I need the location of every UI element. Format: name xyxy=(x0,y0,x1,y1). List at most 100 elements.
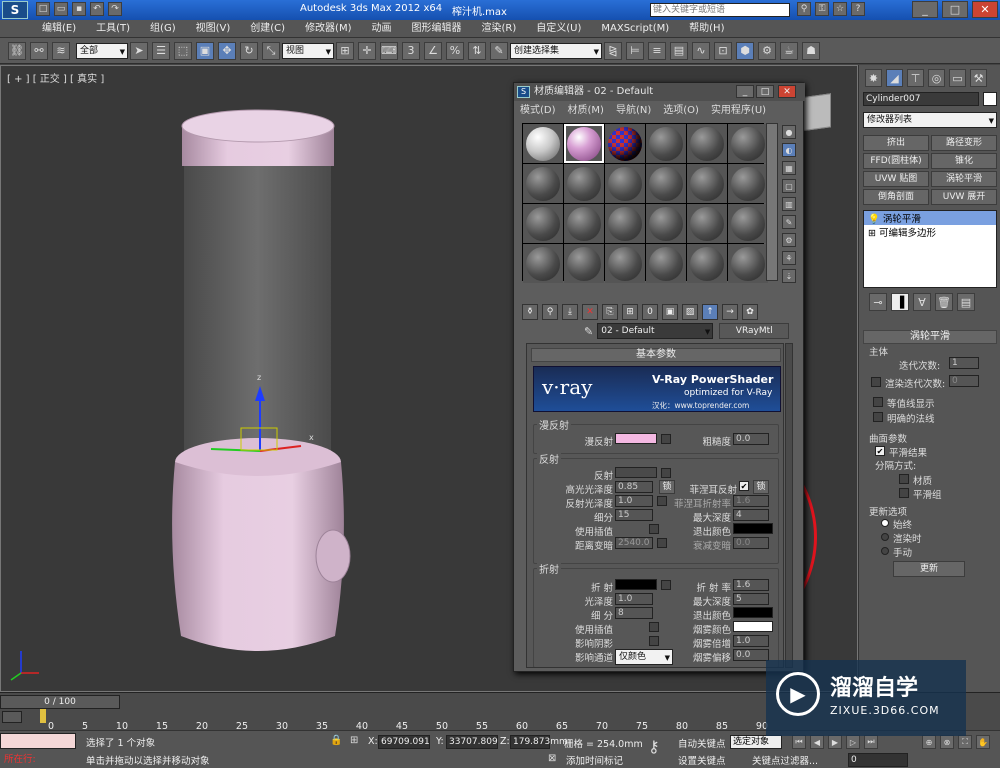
current-frame-input[interactable]: 0 xyxy=(848,753,908,767)
mat-minimize-icon[interactable]: _ xyxy=(736,85,754,98)
y-coord-input[interactable]: 33707.809 xyxy=(446,735,498,749)
menu-customize[interactable]: 自定义(U) xyxy=(526,20,591,38)
uv-tiling-icon[interactable]: ▢ xyxy=(782,179,796,193)
refract-map-button[interactable] xyxy=(661,580,671,590)
menu-group[interactable]: 组(G) xyxy=(140,20,186,38)
iterations-spinner[interactable]: 1 xyxy=(949,357,979,369)
motion-tab-icon[interactable]: ◎ xyxy=(928,69,945,87)
sample-slot[interactable] xyxy=(523,244,563,283)
hilight-lock-button[interactable]: 锁 xyxy=(659,480,675,494)
bind-space-warp-icon[interactable]: ≋ xyxy=(52,41,70,60)
menu-maxscript[interactable]: MAXScript(M) xyxy=(591,20,679,38)
render-setup-icon[interactable]: ⚙ xyxy=(758,41,776,60)
always-radio[interactable] xyxy=(881,519,889,527)
sample-slot[interactable] xyxy=(564,164,604,203)
schematic-view-icon[interactable]: ⊡ xyxy=(714,41,732,60)
make-unique-icon[interactable]: ⎘ xyxy=(602,304,618,320)
sample-type-icon[interactable]: ● xyxy=(782,125,796,139)
make-unique-mod-icon[interactable]: ∀ xyxy=(913,293,931,311)
ffd-cyl-button[interactable]: FFD(圆柱体) xyxy=(863,153,929,169)
maximize-icon[interactable]: □ xyxy=(942,1,968,18)
refl-gloss-map-button[interactable] xyxy=(657,496,667,506)
modify-tab-icon[interactable]: ◢ xyxy=(886,69,903,87)
sample-slot[interactable] xyxy=(605,124,645,163)
mat-maximize-icon[interactable]: □ xyxy=(756,85,774,98)
menu-animation[interactable]: 动画 xyxy=(362,20,402,38)
hierarchy-tab-icon[interactable]: ⊤ xyxy=(907,69,924,87)
isoline-checkbox[interactable] xyxy=(873,397,883,407)
when-render-radio[interactable] xyxy=(881,533,889,541)
slots-scrollbar[interactable] xyxy=(766,123,778,281)
sample-slot[interactable] xyxy=(523,164,563,203)
options-icon[interactable]: ⚙ xyxy=(782,233,796,247)
key-icon[interactable]: ⚿ xyxy=(815,2,829,16)
dim-distance-spinner[interactable]: 2540.0 xyxy=(615,537,653,549)
next-frame-icon[interactable]: ▷ xyxy=(846,735,860,749)
graphite-ribbon-icon[interactable]: ▤ xyxy=(670,41,688,60)
dim-falloff-spinner[interactable]: 0.0 xyxy=(733,537,769,549)
bevel-profile-button[interactable]: 倒角剖面 xyxy=(863,189,929,205)
sample-slot[interactable] xyxy=(564,244,604,283)
sample-slot[interactable] xyxy=(646,164,686,203)
mat-menu-options[interactable]: 选项(O) xyxy=(657,103,705,119)
material-options-icon[interactable]: ✿ xyxy=(742,304,758,320)
layer-manager-icon[interactable]: ≡ xyxy=(648,41,666,60)
z-coord-input[interactable]: 179.873mm xyxy=(510,735,568,749)
auto-key-button[interactable]: 自动关键点 xyxy=(678,736,726,750)
affect-shadows-checkbox[interactable] xyxy=(649,636,659,646)
reflect-color-swatch[interactable] xyxy=(615,467,657,478)
expand-icon[interactable]: ⊞ xyxy=(868,228,876,239)
key-filters-button[interactable]: 关键点过滤器... xyxy=(752,753,818,767)
mirror-icon[interactable]: ⧎ xyxy=(604,41,622,60)
fog-bias-spinner[interactable]: 0.0 xyxy=(733,649,769,661)
set-key-button[interactable]: 设置关键点 xyxy=(678,753,726,767)
undo-icon[interactable]: ↶ xyxy=(90,2,104,16)
reset-map-icon[interactable]: ✕ xyxy=(582,304,598,320)
sample-slot[interactable] xyxy=(728,124,768,163)
material-name-input[interactable]: 02 - Default xyxy=(597,323,714,339)
zoom-all-icon[interactable]: ⊗ xyxy=(940,735,954,749)
curve-editor-icon[interactable]: ∿ xyxy=(692,41,710,60)
sample-slot[interactable] xyxy=(605,244,645,283)
refr-max-depth-spinner[interactable]: 5 xyxy=(733,593,769,605)
rect-region-icon[interactable]: ⬚ xyxy=(174,41,192,60)
backlight-icon[interactable]: ◐ xyxy=(782,143,796,157)
star-icon[interactable]: ☆ xyxy=(833,2,847,16)
put-to-scene-icon[interactable]: ⚲ xyxy=(542,304,558,320)
select-scale-icon[interactable]: ⤡ xyxy=(262,41,280,60)
menu-edit[interactable]: 编辑(E) xyxy=(32,20,86,38)
rendered-frame-icon[interactable]: ☕ xyxy=(780,41,798,60)
mat-menu-navigation[interactable]: 导航(N) xyxy=(610,103,657,119)
spinner-snap-icon[interactable]: ⇅ xyxy=(468,41,486,60)
align-icon[interactable]: ⊨ xyxy=(626,41,644,60)
dim-distance-checkbox[interactable] xyxy=(657,538,667,548)
zoom-icon[interactable]: ⊕ xyxy=(922,735,936,749)
select-manipulate-icon[interactable]: ✛ xyxy=(358,41,376,60)
minimize-icon[interactable]: _ xyxy=(912,1,938,18)
select-rotate-icon[interactable]: ↻ xyxy=(240,41,258,60)
menu-modifiers[interactable]: 修改器(M) xyxy=(295,20,361,38)
fog-color-swatch[interactable] xyxy=(733,621,773,632)
sample-slot[interactable] xyxy=(646,244,686,283)
window-crossing-icon[interactable]: ▣ xyxy=(196,41,214,60)
percent-snap-icon[interactable]: % xyxy=(446,41,464,60)
reflect-map-button[interactable] xyxy=(661,468,671,478)
lock-selection-icon[interactable]: 🔒 xyxy=(330,735,342,746)
manual-radio[interactable] xyxy=(881,547,889,555)
assign-material-icon[interactable]: ⤓ xyxy=(562,304,578,320)
sample-slot[interactable] xyxy=(687,124,727,163)
fresnel-lock-button[interactable]: 锁 xyxy=(753,480,769,494)
refr-gloss-spinner[interactable]: 1.0 xyxy=(615,593,653,605)
menu-rendering[interactable]: 渲染(R) xyxy=(472,20,527,38)
menu-graph-editors[interactable]: 图形编辑器 xyxy=(402,20,472,38)
sample-slot[interactable] xyxy=(605,204,645,243)
refl-gloss-spinner[interactable]: 1.0 xyxy=(615,495,653,507)
unwrap-uvw-button[interactable]: UVW 展开 xyxy=(931,189,997,205)
material-map-navigator-icon[interactable]: ⇣ xyxy=(782,269,796,283)
remove-modifier-icon[interactable]: 🗑 xyxy=(935,293,953,311)
object-name-input[interactable]: Cylinder007 xyxy=(863,92,979,106)
search-input[interactable]: 键入关键字或短语 xyxy=(650,3,790,17)
select-object-icon[interactable]: ➤ xyxy=(130,41,148,60)
menu-views[interactable]: 视图(V) xyxy=(186,20,241,38)
menu-help[interactable]: 帮助(H) xyxy=(679,20,734,38)
